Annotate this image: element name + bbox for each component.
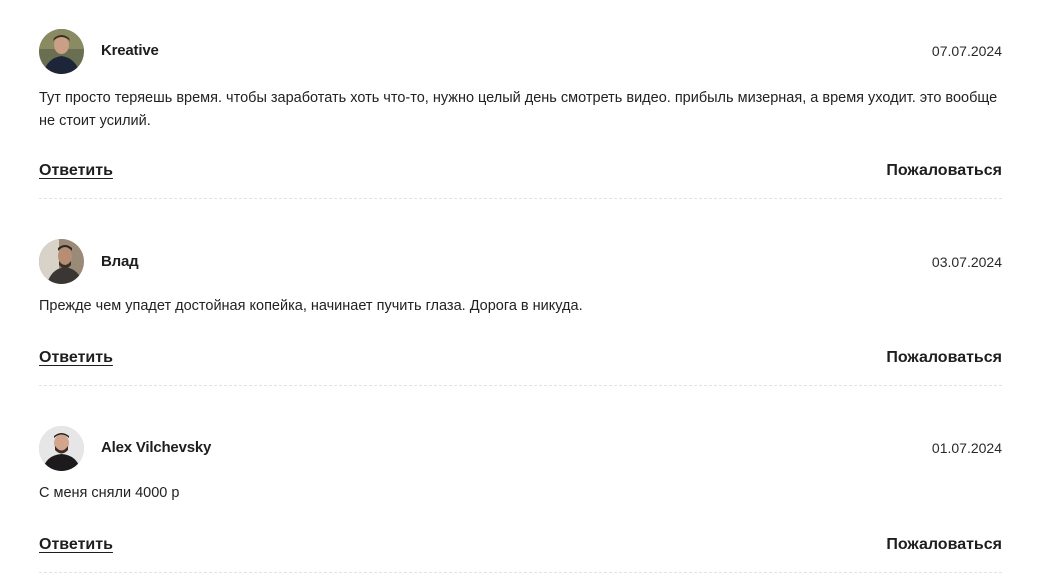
divider	[39, 198, 1002, 199]
user-photo-icon	[39, 239, 84, 284]
reply-link[interactable]: Ответить	[39, 536, 113, 554]
comment-author: Kreative	[101, 42, 159, 59]
divider	[39, 385, 1002, 386]
comment-date: 03.07.2024	[931, 254, 1002, 270]
comments-list: Kreative 07.07.2024 Тут просто теряешь в…	[0, 0, 1043, 582]
comment-text: Тут просто теряешь время. чтобы заработа…	[39, 90, 998, 129]
comment-date: 01.07.2024	[931, 440, 1002, 456]
comment-author: Alex Vilchevsky	[101, 439, 212, 456]
comment-date: 07.07.2024	[931, 43, 1002, 59]
user-photo-icon	[39, 426, 84, 471]
avatar[interactable]	[39, 239, 84, 284]
user-photo-icon	[39, 29, 84, 74]
avatar[interactable]	[39, 29, 84, 74]
avatar[interactable]	[39, 426, 84, 471]
comment-author: Влад	[101, 253, 139, 270]
comment-text: Прежде чем упадет достойная копейка, нач…	[39, 298, 583, 314]
reply-link[interactable]: Ответить	[39, 349, 113, 367]
report-button[interactable]: Пожаловаться	[886, 349, 1002, 367]
divider	[39, 572, 1002, 573]
reply-link[interactable]: Ответить	[39, 162, 113, 180]
comment-text: С меня сняли 4000 р	[39, 485, 180, 501]
report-button[interactable]: Пожаловаться	[886, 536, 1002, 554]
report-button[interactable]: Пожаловаться	[886, 162, 1002, 180]
